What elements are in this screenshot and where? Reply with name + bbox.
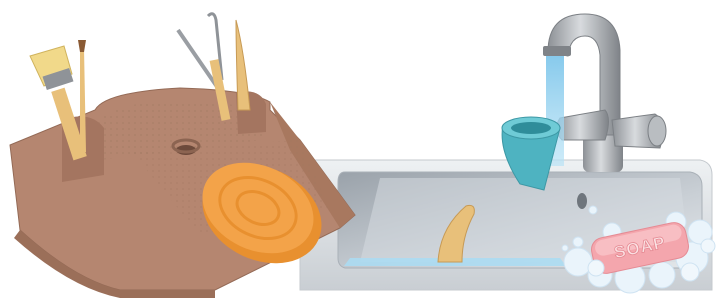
pottery-cleanup-illustration: SOAP: [9, 12, 716, 298]
sink-drain: [577, 193, 587, 209]
wooden-modeling-tool: [235, 19, 251, 111]
thin-brush: [80, 48, 86, 152]
